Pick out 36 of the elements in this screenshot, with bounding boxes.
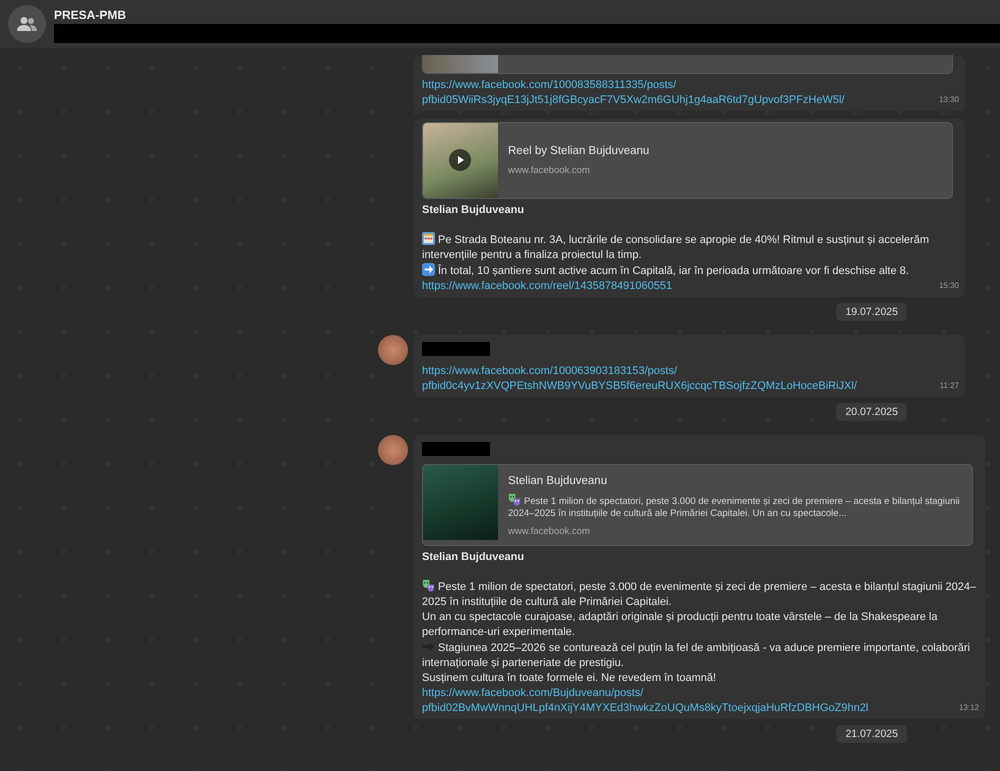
redaction-bar [422, 342, 490, 356]
message-time: 15:30 [938, 280, 959, 292]
date-chip: 21.07.2025 [836, 725, 907, 743]
avatar[interactable] [378, 335, 408, 365]
building-icon [422, 232, 435, 245]
message-link[interactable]: https://www.facebook.com/Bujduveanu/posts/ pfbid02BvMwWnnqUHLpf4nXijY4MYXEd3hwkzZoUQuMs8kyTtoejxqjaHuRfzDBHGoZ9hn2l [422, 686, 939, 716]
message-text: Susținem cultura în toate formele ei. Ne revedem în toamnă! [422, 671, 718, 686]
author-name: Stelian Bujduveanu [422, 203, 526, 218]
message-text: Stagiunea 2025–2026 se conturează cel puțin la fel de ambițioasă - va aduce premiere importante, colaborări internaționale și parteneriate de prestigiu. [422, 640, 971, 671]
preview-site: www.facebook.com [508, 525, 591, 539]
author-name: Stelian Bujduveanu [422, 550, 526, 565]
message-time: 13:12 [958, 702, 979, 714]
link-preview-card[interactable]: Reel by Stelian Bujduveanu www.facebook.com [422, 122, 953, 199]
message-time: 13:30 [938, 94, 959, 106]
preview-title: Stelian Bujduveanu [508, 474, 608, 489]
link-preview-card[interactable] [422, 464, 973, 546]
redaction-bar [422, 442, 490, 456]
avatar[interactable] [378, 435, 408, 465]
theater-masks-icon [422, 579, 435, 592]
preview-title: Reel by Stelian Bujduveanu [508, 144, 650, 159]
message-time: 11:27 [940, 380, 959, 392]
group-avatar-icon[interactable] [8, 5, 46, 43]
message-text: Un an cu spectacole curajoase, adaptări originale și producții pentru toate vârstele – de la Shakespeare la performance-uri experimentale. [422, 610, 938, 640]
message-text: Pe Strada Boteanu nr. 3A, lucrările de consolidare se apropie de 40%! Ritmul e susținut și accelerăm intervențiile pentru a finaliza proiectul la timp. [422, 232, 930, 263]
arrow-icon [422, 263, 435, 276]
message-link[interactable]: https://www.facebook.com/reel/1435878491060551 [422, 279, 919, 294]
message-text: Peste 1 milion de spectatori, peste 3.000 de evenimente și zeci de premiere – acesta e bilanțul stagiunii 2024–2025 în instituțiile de cultură ale Primăriei Capitalei. [422, 579, 978, 610]
message-link[interactable]: https://www.facebook.com/100083588311335/posts/ pfbid05WiiRs3jyqE13jJt51j8fGBcyacF7V5Xw2m6GUhj1g4aaR6td7gUpvof3PFzHeW5l/ [422, 78, 919, 108]
play-icon[interactable] [449, 149, 471, 171]
date-chip: 20.07.2025 [836, 403, 907, 421]
preview-description: Peste 1 milion de spectatori, peste 3.000 de evenimente și zeci de premiere – acesta e bilanțul stagiunii 2024–2025 în instituțiile de cultură ale Primăriei Capitalei. Un an cu spectacole... [508, 493, 962, 520]
message-link[interactable]: https://www.facebook.com/100063903183153/posts/ pfbid0c4yv1zXVQPEtshNWB9YVuBYSB5f6ereuRUX6jccqcTBSojfzZQMzLoHoceBiRiJXl/ [422, 364, 919, 394]
theater-masks-icon [508, 493, 521, 506]
message-text: În total, 10 șantiere sunt active acum în Capitală, iar în perioada următoare vor fi deschise alte 8. [422, 263, 959, 279]
preview-site: www.facebook.com [508, 164, 591, 178]
date-chip: 19.07.2025 [836, 303, 907, 321]
